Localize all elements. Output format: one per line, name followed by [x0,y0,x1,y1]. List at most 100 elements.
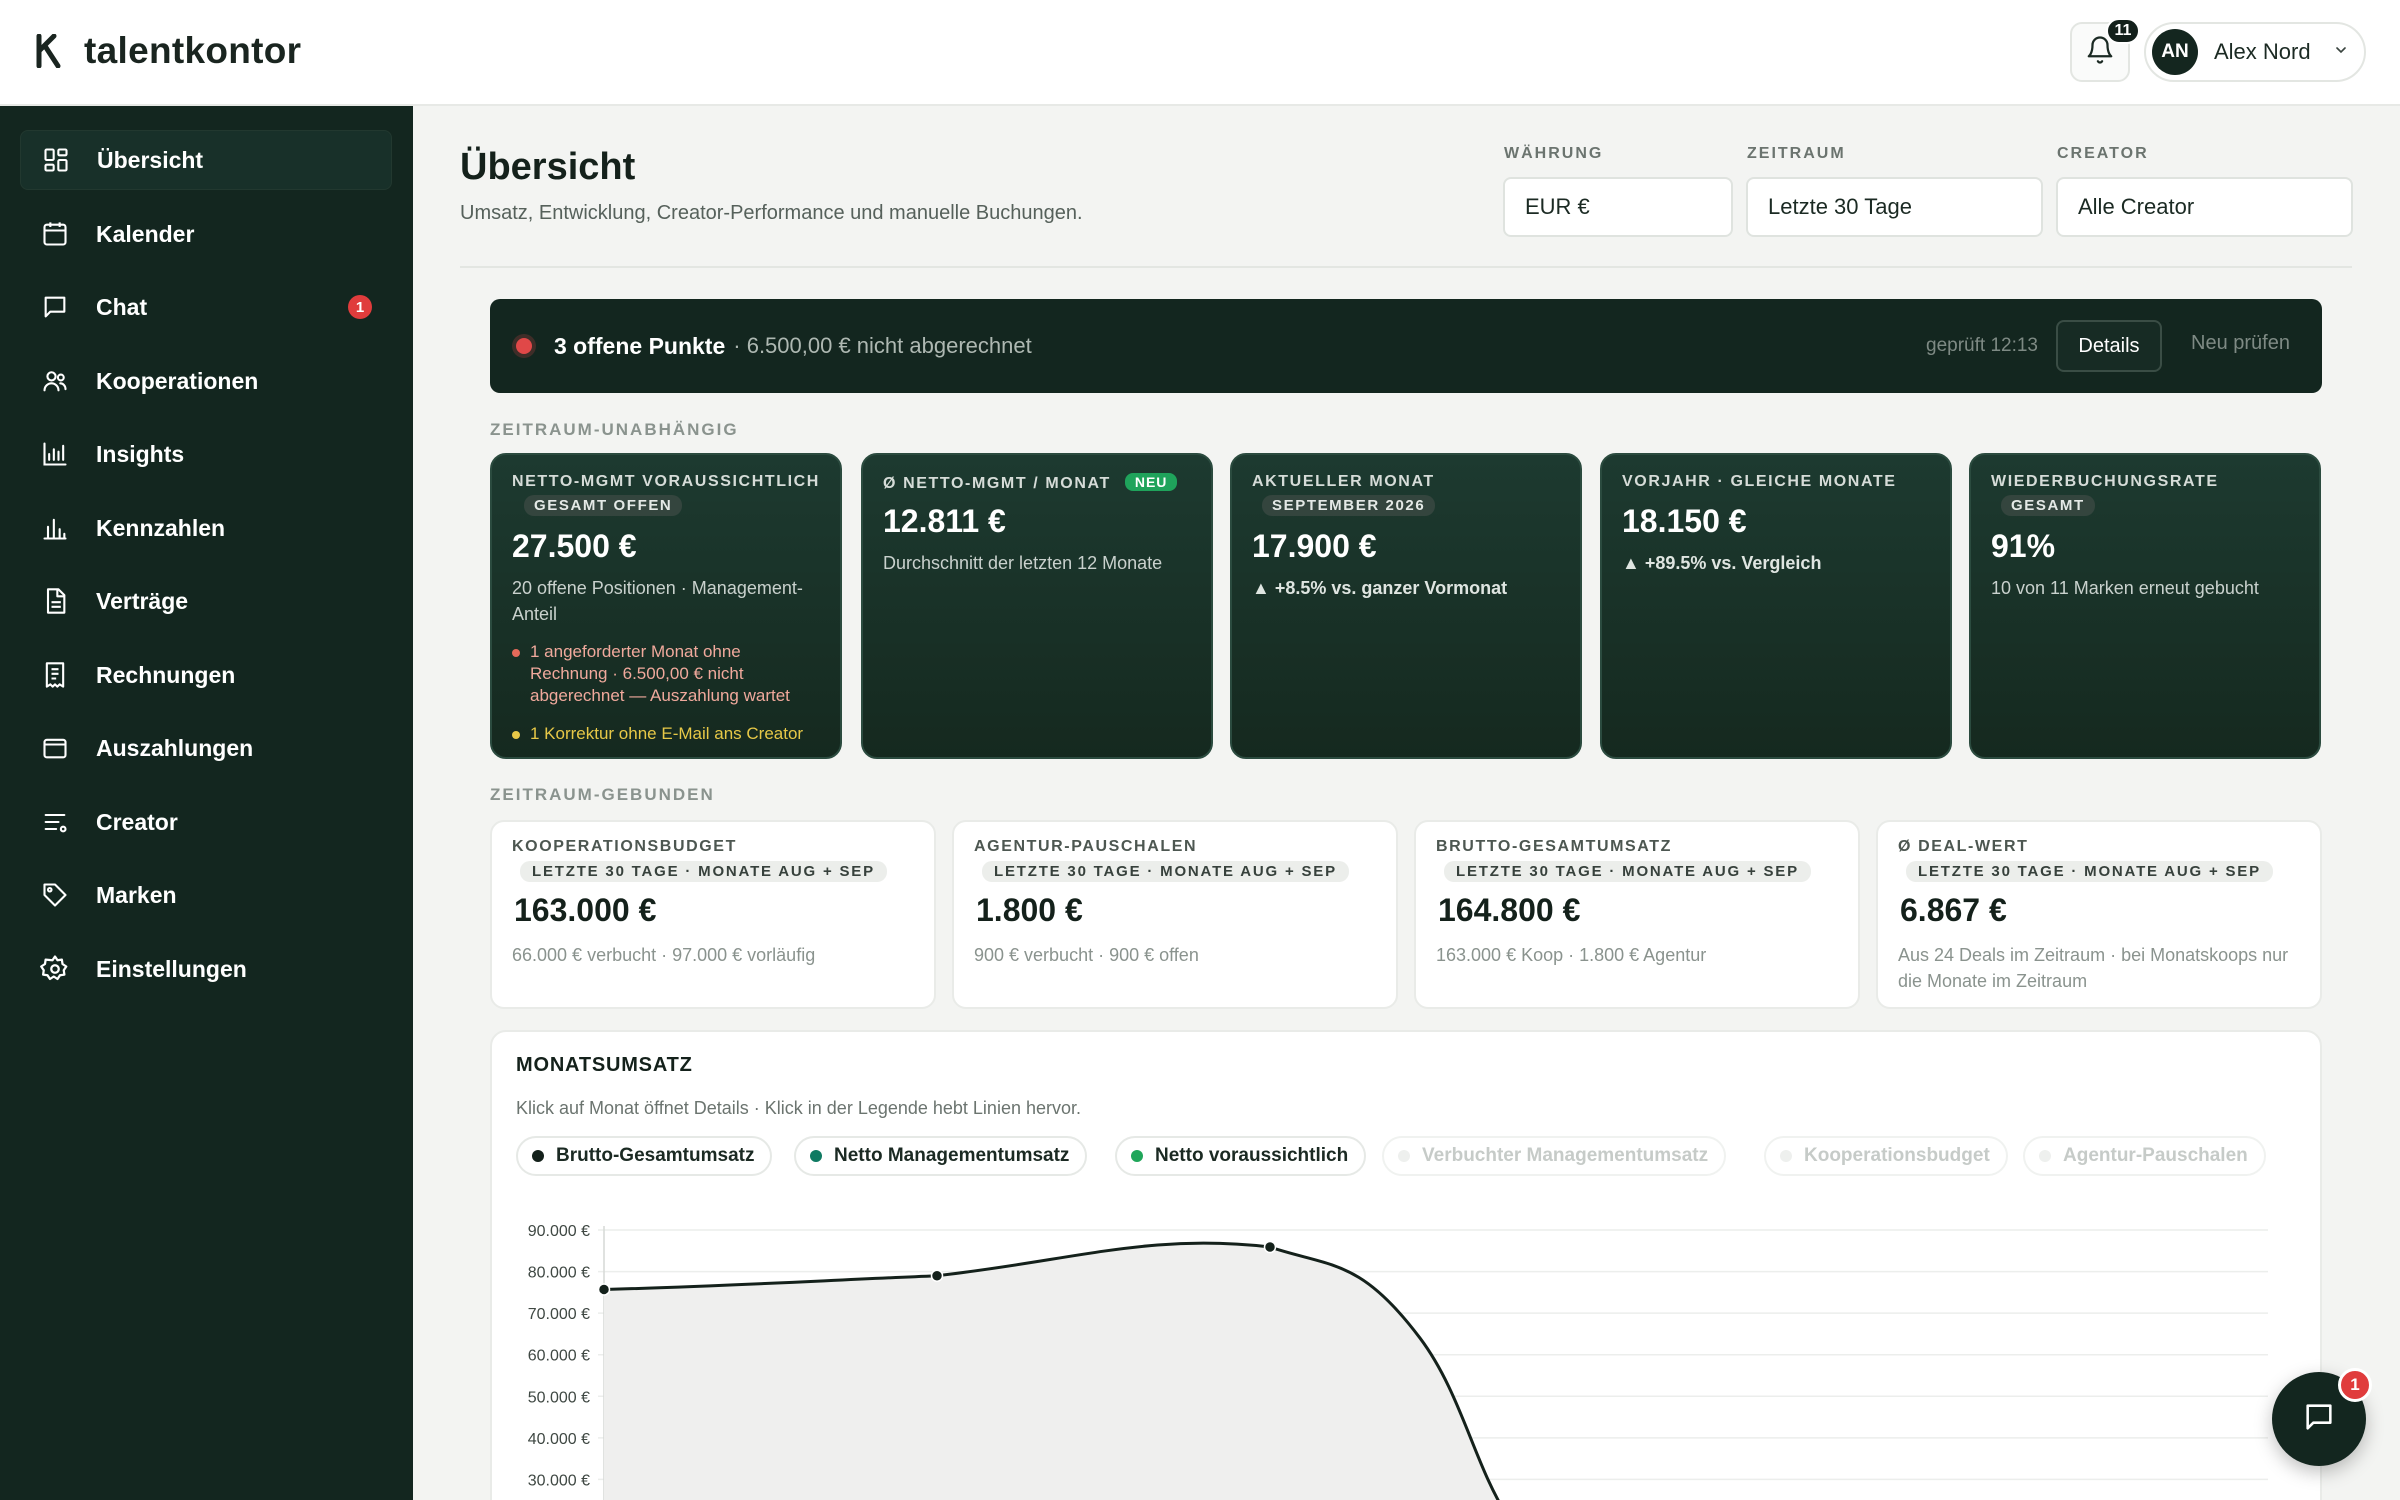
brutto-area [604,1243,1499,1500]
sidebar-item-einstellungen[interactable]: Einstellungen [20,939,392,999]
kpi-label: AGENTUR-PAUSCHALEN [974,838,1198,855]
legend-chip-agency-fees[interactable]: Agentur-Pauschalen [2023,1136,2266,1176]
kpi-value: 164.800 € [1438,892,1581,928]
kpi-label: AKTUELLER MONAT [1252,473,1435,490]
legend-chip-brutto[interactable]: Brutto-Gesamtumsatz [516,1136,773,1176]
header-divider [460,266,2352,268]
kpi-card-deal-value[interactable]: Ø DEAL-WERT LETZTE 30 TAGE · MONATE AUG … [1876,820,2322,1009]
monthly-revenue-chart[interactable]: 90.000 € 80.000 € 70.000 € 60.000 € 50.000 €… [492,1182,2320,1500]
kpi-label: WIEDERBUCHUNGSRATE [1991,473,2219,490]
sidebar-item-kooperationen[interactable]: Kooperationen [20,351,392,411]
kpi-card-gross-revenue[interactable]: BRUTTO-GESAMTUMSATZ LETZTE 30 TAGE · MON… [1414,820,1860,1009]
legend-dot-icon [1780,1150,1792,1162]
alert-title: 3 offene Punkte [554,332,726,359]
chat-unread-badge: 1 [348,295,372,319]
kpi-chip: SEPTEMBER 2026 [1262,495,1436,516]
yellow-dot-icon [512,731,520,739]
page-title: Übersicht [460,146,636,188]
period-select[interactable]: Letzte 30 Tage [1746,177,2043,237]
kpi-value: 12.811 € [883,503,1006,539]
kpi-label: BRUTTO-GESAMTUMSATZ [1436,838,1673,855]
sidebar-item-label: Übersicht [97,146,204,173]
legend-chip-coop-budget[interactable]: Kooperationsbudget [1764,1136,2008,1176]
sidebar-item-rechnungen[interactable]: Rechnungen [20,645,392,705]
sidebar-item-label: Kooperationen [96,367,259,394]
warning-item: 1 Korrektur ohne E-Mail ans Creator [512,723,820,745]
bar-chart-icon [40,439,70,469]
kpi-card-netto-mgmt-forecast[interactable]: NETTO-MGMT VORAUSSICHTLICH GESAMT OFFEN … [490,453,842,759]
sidebar-item-label: Auszahlungen [96,734,254,761]
sidebar-item-vertraege[interactable]: Verträge [20,571,392,631]
notification-count-badge: 11 [2106,18,2140,44]
details-button[interactable]: Details [2056,320,2162,372]
alert-checked-time: geprüft 12:13 [1926,335,2038,356]
currency-select[interactable]: EUR € [1503,177,1733,237]
users-icon [40,366,70,396]
sidebar-item-kennzahlen[interactable]: Kennzahlen [20,498,392,558]
sidebar-item-chat[interactable]: Chat 1 [20,277,392,337]
period-chip: LETZTE 30 TAGE · MONATE AUG + SEP [982,861,1349,882]
page-subtitle: Umsatz, Entwicklung, Creator-Performance… [460,202,1083,224]
legend-label: Kooperationsbudget [1804,1145,1990,1166]
creator-select[interactable]: Alle Creator [2056,177,2353,237]
sidebar-item-auszahlungen[interactable]: Auszahlungen [20,718,392,778]
legend-chip-booked-mgmt[interactable]: Verbuchter Managementumsatz [1382,1136,1727,1176]
recheck-button[interactable]: Neu prüfen [2191,332,2290,355]
period-chip: LETZTE 30 TAGE · MONATE AUG + SEP [1444,861,1811,882]
chat-icon [40,292,70,322]
sidebar-item-kalender[interactable]: Kalender [20,204,392,264]
chevron-down-icon [2333,42,2349,63]
y-tick-label: 50.000 € [528,1389,590,1406]
kpi-card-rebooking-rate[interactable]: WIEDERBUCHUNGSRATE GESAMT 91% 10 von 11 … [1969,453,2321,759]
sidebar-item-creator[interactable]: Creator [20,792,392,852]
user-name: Alex Nord [2214,39,2311,64]
red-dot-icon [512,649,520,657]
avatar: AN [2152,29,2198,75]
y-tick-label: 60.000 € [528,1348,590,1365]
kpi-note: Durchschnitt der letzten 12 Monate [883,553,1163,573]
legend-dot-icon [532,1150,544,1162]
chart-icon [40,513,70,543]
chart-subtitle: Klick auf Monat öffnet Details · Klick i… [516,1098,1081,1118]
notifications-button[interactable]: 11 [2070,18,2140,82]
kpi-trend: ▲ +89.5% vs. Vergleich [1622,553,1822,573]
legend-chip-netto-mgmt[interactable]: Netto Managementumsatz [794,1136,1088,1176]
kpi-value: 163.000 € [514,892,657,928]
floating-chat-button[interactable]: 1 [2272,1368,2372,1466]
brutto-point [930,1269,944,1282]
kpi-note: Aus 24 Deals im Zeitraum · bei Monatskoo… [1898,945,2289,991]
y-tick-label: 40.000 € [528,1431,590,1448]
warning-text: 1 Korrektur ohne E-Mail ans Creator [530,724,804,743]
kpi-card-agency-fees[interactable]: AGENTUR-PAUSCHALEN LETZTE 30 TAGE · MONA… [952,820,1398,1009]
logo[interactable]: talentkontor [36,30,301,72]
kpi-label: VORJAHR · GLEICHE MONATE [1622,473,1897,490]
sidebar-item-uebersicht[interactable]: Übersicht [20,130,392,190]
legend-dot-icon [1131,1150,1143,1162]
sidebar-item-label: Rechnungen [96,661,236,688]
kpi-note: 163.000 € Koop · 1.800 € Agentur [1436,945,1707,965]
user-menu-button[interactable]: AN Alex Nord [2144,22,2366,82]
wallet-icon [40,733,70,763]
legend-dot-icon [2039,1150,2051,1162]
warning-item: 1 angeforderter Monat ohne Rechnung · 6.… [512,641,820,707]
chart-title: MONATSUMSATZ [516,1054,693,1076]
kpi-card-avg-netto-mgmt[interactable]: Ø NETTO-MGMT / MONAT NEU 12.811 € Durchsc… [861,453,1213,759]
kpi-note: 66.000 € verbucht · 97.000 € vorläufig [512,945,816,965]
legend-dot-icon [810,1150,822,1162]
kpi-card-previous-year[interactable]: VORJAHR · GLEICHE MONATE 18.150 € ▲ +89.… [1600,453,1952,759]
legend-chip-netto-forecast[interactable]: Netto voraussichtlich [1115,1136,1367,1176]
chat-bubble-icon [2302,1400,2336,1439]
kpi-label: NETTO-MGMT VORAUSSICHTLICH [512,473,820,490]
receipt-icon [40,660,70,690]
creator-filter-label: CREATOR [2057,145,2149,162]
section-label-independent: ZEITRAUM-UNABHÄNGIG [490,420,739,439]
sidebar-item-label: Marken [96,881,177,908]
sidebar-item-marken[interactable]: Marken [20,865,392,925]
gear-icon [40,954,70,984]
kpi-trend: ▲ +8.5% vs. ganzer Vormonat [1252,578,1508,598]
legend-label: Brutto-Gesamtumsatz [556,1145,755,1166]
sidebar-item-insights[interactable]: Insights [20,424,392,484]
kpi-card-current-month[interactable]: AKTUELLER MONAT SEPTEMBER 2026 17.900 € … [1230,453,1582,759]
kpi-card-cooperation-budget[interactable]: KOOPERATIONSBUDGET LETZTE 30 TAGE · MONA… [490,820,936,1009]
kpi-label: Ø DEAL-WERT [1898,838,2029,855]
